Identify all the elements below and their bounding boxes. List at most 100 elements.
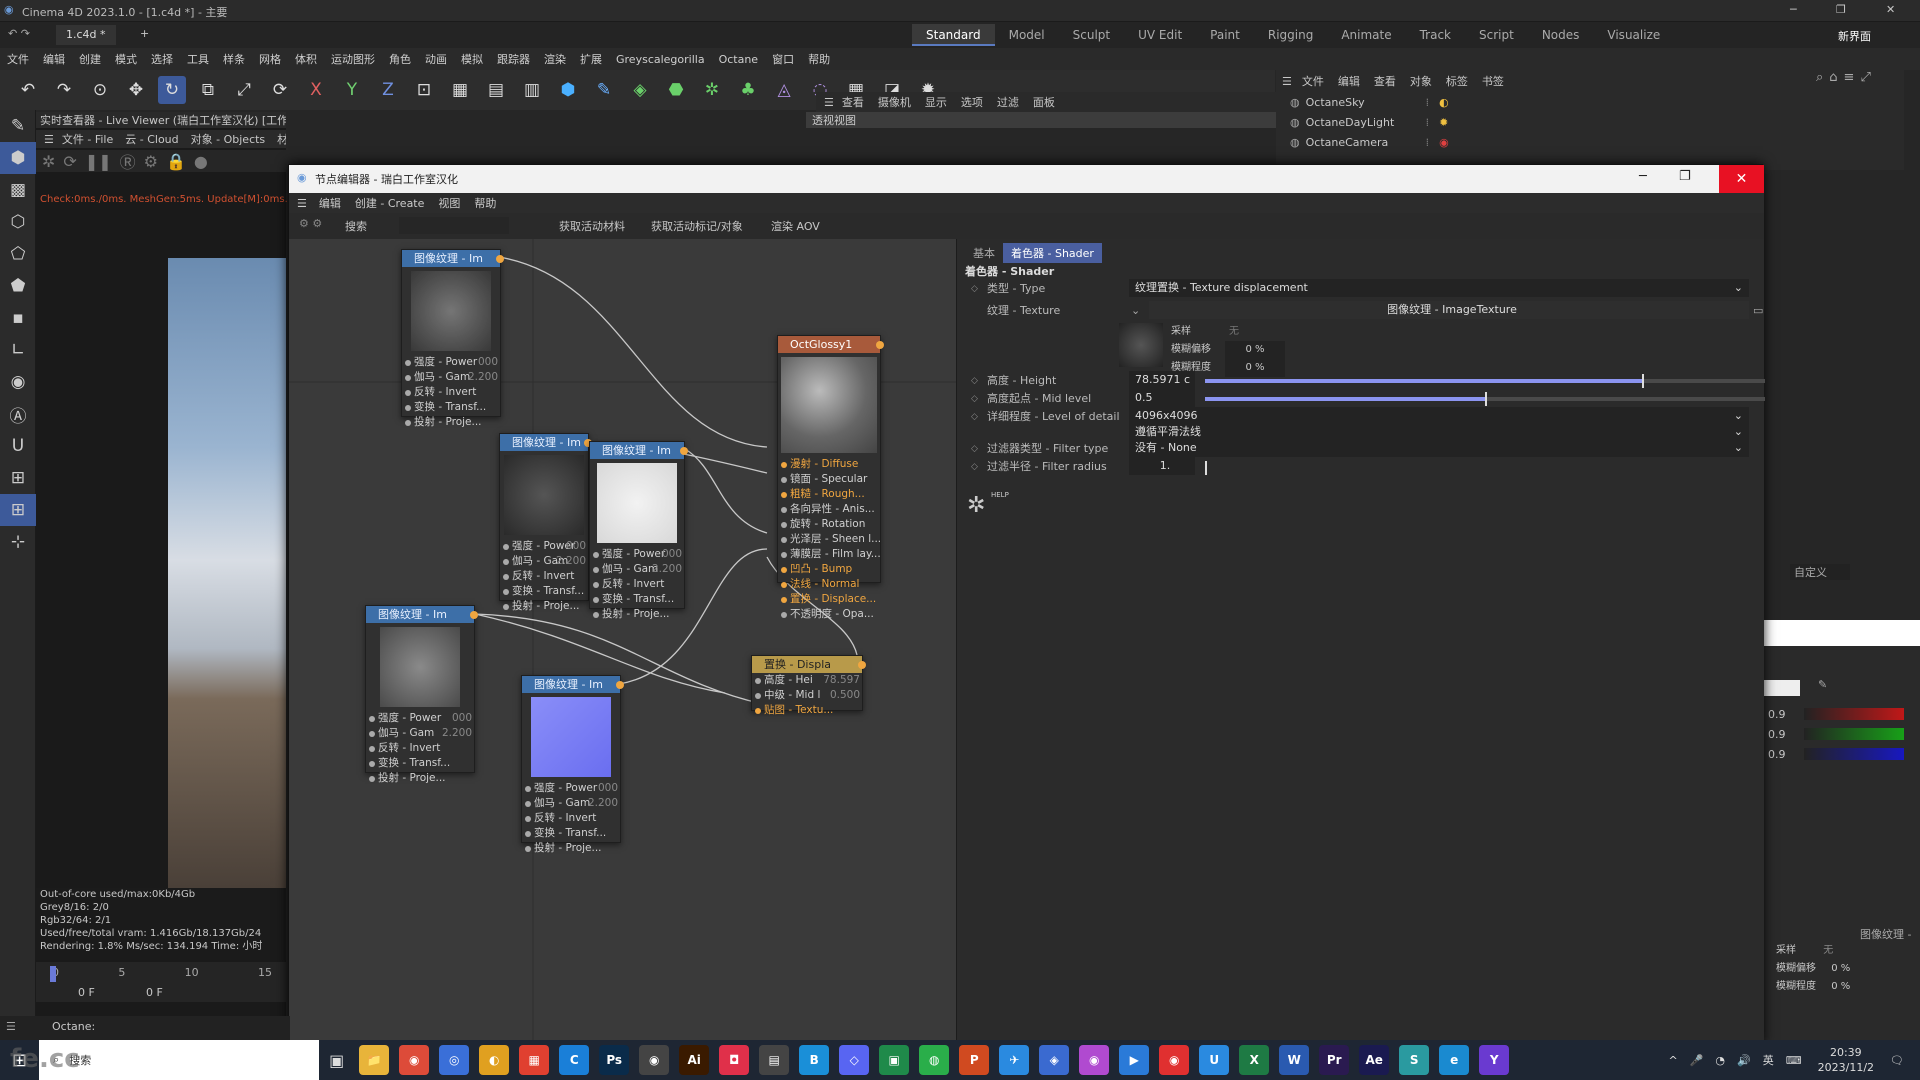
material-port[interactable]: 旋转 - Rotation [778,517,880,532]
material-port[interactable]: 镜面 - Specular [778,472,880,487]
taskbar-app-icon[interactable]: ◇ [839,1045,870,1075]
render-view-icon[interactable]: ▦ [446,76,474,104]
hamburger-icon[interactable]: ☰ [1282,75,1292,88]
visibility-icon[interactable]: ⁞ [1426,116,1430,129]
menu-item-5[interactable]: 工具 [187,51,209,67]
image-node-port[interactable]: 变换 - Transf... [366,756,474,771]
visibility-icon[interactable]: ⁞ [1426,136,1430,149]
image-node-port[interactable]: 伽马 - Gam [522,796,620,811]
taskbar-app-icon[interactable]: ◘ [719,1045,750,1075]
y-axis-button[interactable]: Y [338,76,366,104]
filter-icon[interactable]: ≡ [1844,70,1855,85]
blur-offset-value[interactable]: 0 % [1225,341,1285,359]
menu-item-3[interactable]: 模式 [115,51,137,67]
octane-help-icon[interactable]: ✲ [967,493,985,518]
displacement-port[interactable]: 中级 - Mid l [752,688,862,703]
live-viewer-menu-item-0[interactable]: 文件 - File [62,131,113,147]
object-menu-item-5[interactable]: 书签 [1482,73,1504,89]
node-canvas[interactable]: 图像纹理 - Im 强度 - Power伽马 - Gam反转 - Invert变… [289,239,956,1045]
lock-icon[interactable]: 🔒 [166,152,186,171]
rgb-gradient-bar[interactable] [1804,728,1904,740]
taskbar-app-icon[interactable]: ◉ [1159,1045,1190,1075]
menu-item-7[interactable]: 网格 [259,51,281,67]
color-preview[interactable] [1760,680,1800,696]
menu-icon[interactable]: ☰ [6,1020,16,1033]
render-picture-icon[interactable]: ▤ [482,76,510,104]
node-editor-maximize-button[interactable]: ❐ [1679,169,1691,184]
color-icon[interactable]: ● [194,152,208,171]
cube-icon[interactable]: ⬢ [554,76,582,104]
microphone-icon[interactable]: 🎤 [1690,1054,1704,1067]
node-editor-close-button[interactable]: ✕ [1719,165,1764,193]
points-mode-icon[interactable]: ⬡ [0,206,36,238]
material-port[interactable]: 光泽层 - Sheen l... [778,532,880,547]
subdivision-icon[interactable]: ◈ [626,76,654,104]
image-node-port[interactable]: 反转 - Invert [590,577,684,592]
material-port[interactable]: 不透明度 - Opa... [778,607,880,622]
image-node-port[interactable]: 变换 - Transf... [590,592,684,607]
live-viewer-menu-item-3[interactable]: 材质 - Materials [277,131,286,147]
taskbar-app-icon[interactable]: X [1239,1045,1270,1075]
viewport-menu-item-0[interactable]: 查看 [842,94,864,110]
coordinate-system-icon[interactable]: ⊡ [410,76,438,104]
layout-tab-track[interactable]: Track [1406,24,1465,46]
undo-icon[interactable]: ↶ [14,76,42,104]
object-list-item[interactable]: ◍ OctaneSky ⁞ ◐ [1290,92,1510,112]
z-axis-button[interactable]: Z [374,76,402,104]
menu-item-1[interactable]: 编辑 [43,51,65,67]
menu-item-9[interactable]: 运动图形 [331,51,375,67]
taskbar-app-icon[interactable]: ▶ [1119,1045,1150,1075]
menu-item-4[interactable]: 选择 [151,51,173,67]
image-node-port[interactable]: 强度 - Power [522,781,620,796]
maximize-button[interactable]: ❐ [1836,3,1846,16]
object-menu-item-1[interactable]: 编辑 [1338,73,1360,89]
grid-icon[interactable]: ⊞ [0,494,36,526]
viewport-menu-item-4[interactable]: 过滤 [997,94,1019,110]
node-header[interactable]: 图像纹理 - Im [522,676,620,693]
image-node-port[interactable]: 投射 - Proje... [590,607,684,622]
taskbar-app-icon[interactable]: Ae [1359,1045,1390,1075]
animate-diamond-icon[interactable]: ◇ [971,279,978,299]
home-icon[interactable]: ⌂ [1829,70,1837,85]
menu-item-18[interactable]: 窗口 [772,51,794,67]
node-header[interactable]: 图像纹理 - Im [366,606,474,623]
menu-item-11[interactable]: 动画 [425,51,447,67]
mid-level-input[interactable]: 0.5 [1129,389,1195,407]
layout-tab-model[interactable]: Model [995,24,1059,46]
keyboard-icon[interactable]: ⌨ [1786,1054,1802,1067]
height-input[interactable]: 78.5971 c [1129,371,1195,389]
redo-icon[interactable]: ↷ [50,76,78,104]
node-header[interactable]: 图像纹理 - Im [402,250,500,267]
filter-radius-slider[interactable] [1205,461,1207,475]
menu-item-0[interactable]: 文件 [7,51,29,67]
image-node-port[interactable]: 反转 - Invert [522,811,620,826]
hamburger-icon[interactable]: ☰ [297,197,307,210]
edges-mode-icon[interactable]: ⬠ [0,238,36,270]
layout-tab-visualize[interactable]: Visualize [1593,24,1674,46]
image-node-port[interactable]: 强度 - Power [366,711,474,726]
start-frame[interactable]: 0 F [146,986,163,999]
menu-item-8[interactable]: 体积 [295,51,317,67]
rgb-gradient-bar[interactable] [1804,708,1904,720]
taskbar-app-icon[interactable]: Ai [679,1045,710,1075]
image-texture-node-5[interactable]: 图像纹理 - Im 强度 - Power伽马 - Gam反转 - Invert变… [521,675,624,854]
tag-icon[interactable]: ✹ [1439,116,1448,129]
image-node-port[interactable]: 反转 - Invert [402,385,500,400]
texture-mode-icon[interactable]: ▩ [0,174,36,206]
node-header[interactable]: 图像纹理 - Im [500,434,588,451]
settings-icon[interactable]: ✲ [42,152,55,171]
select-tool-icon[interactable]: ⊙ [86,76,114,104]
image-node-port[interactable]: 伽马 - Gam [402,370,500,385]
taskbar-app-icon[interactable]: ◍ [919,1045,950,1075]
clock[interactable]: 20:39 2023/11/2 [1818,1045,1874,1075]
rgb-value[interactable]: 0.9 [1760,728,1804,741]
menu-item-19[interactable]: 帮助 [808,51,830,67]
search-input[interactable] [399,217,509,234]
pause-icon[interactable]: ❚❚ [85,152,112,171]
tab-basic[interactable]: 基本 [965,243,1003,263]
viewport-menu-item-1[interactable]: 摄像机 [878,94,911,110]
octglossy-material-node[interactable]: OctGlossy1 漫射 - Diffuse 镜面 - Specular 粗糙 -… [777,335,884,620]
node-editor-menu-item-2[interactable]: 视图 [438,195,460,211]
new-layout-button[interactable]: 新界面 [1838,28,1871,44]
displacement-port[interactable]: 高度 - Hei [752,673,862,688]
